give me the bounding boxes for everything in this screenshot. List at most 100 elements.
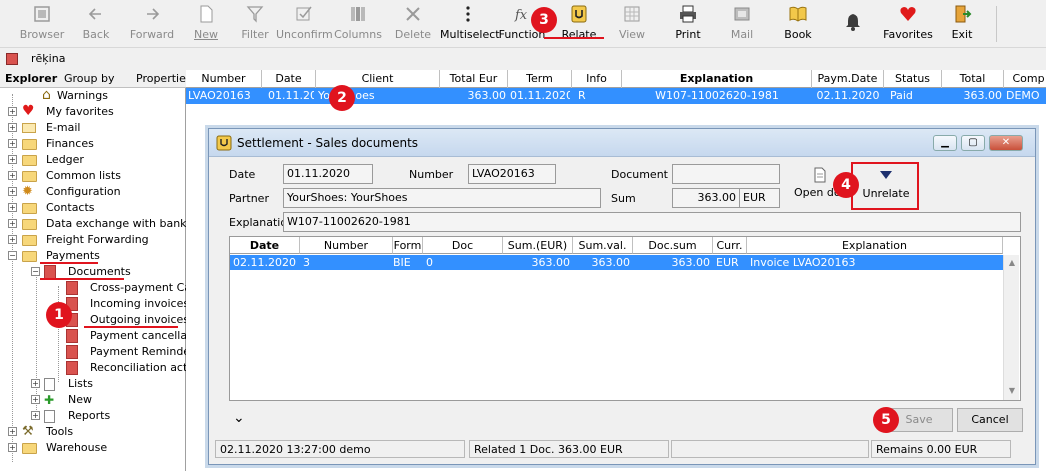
column-header[interactable]: Explanation	[622, 70, 812, 88]
expand-icon[interactable]: +	[8, 427, 17, 436]
tree-item-label: Freight Forwarding	[46, 233, 149, 246]
column-header[interactable]: Comp	[1004, 70, 1046, 88]
tree-item-ledger[interactable]: + Ledger	[0, 152, 186, 168]
column-header[interactable]: Total Eur	[440, 70, 508, 88]
column-header[interactable]: Client	[316, 70, 440, 88]
column-header[interactable]: Status	[884, 70, 942, 88]
expand-icon[interactable]: +	[8, 123, 17, 132]
unconfirm-label: Unconfirm	[276, 28, 333, 41]
view-button[interactable]: View	[614, 4, 650, 44]
date-field[interactable]: 01.11.2020	[283, 164, 373, 184]
expand-icon[interactable]: +	[8, 139, 17, 148]
exit-button[interactable]: Exit	[944, 4, 980, 44]
tab-explorer[interactable]: Explorer	[5, 72, 57, 85]
column-header[interactable]: Doc	[423, 237, 503, 254]
browser-icon	[34, 6, 50, 22]
sum-field[interactable]: 363.00	[672, 188, 740, 208]
unconfirm-button[interactable]: Unconfirm	[276, 4, 333, 44]
column-header[interactable]: Info	[572, 70, 622, 88]
tree-item-label: My favorites	[46, 105, 114, 118]
cancel-button[interactable]: Cancel	[957, 408, 1023, 432]
column-header[interactable]: Date	[262, 70, 316, 88]
tree-item-payment-cancellation[interactable]: Payment cancellatio	[0, 328, 201, 344]
tree-item-freight-forwarding[interactable]: + Freight Forwarding	[0, 232, 186, 248]
column-header[interactable]: Doc.sum	[633, 237, 713, 254]
currency-field[interactable]: EUR	[739, 188, 780, 208]
tree-item-new[interactable]: + ✚ New	[0, 392, 186, 408]
column-header[interactable]: Explanation	[747, 237, 1003, 254]
minimize-button[interactable]: ▁	[933, 135, 957, 151]
forward-button[interactable]: Forward	[126, 4, 178, 44]
scroll-up-icon[interactable]: ▲	[1005, 256, 1019, 270]
column-header[interactable]: Date	[230, 237, 300, 254]
explanation-field[interactable]: W107-11002620-1981	[283, 212, 1021, 232]
mail-button[interactable]: Mail	[724, 4, 760, 44]
tree-item-incoming-invoices[interactable]: Incoming invoices	[0, 296, 189, 312]
document-field[interactable]	[672, 164, 780, 184]
exit-label: Exit	[951, 28, 973, 41]
column-header[interactable]: Form	[393, 237, 423, 254]
back-button[interactable]: Back	[72, 4, 120, 44]
tree-item-contacts[interactable]: + Contacts	[0, 200, 186, 216]
tree-item-finances[interactable]: + Finances	[0, 136, 186, 152]
expand-icon[interactable]: +	[8, 203, 17, 212]
print-button[interactable]: Print	[670, 4, 706, 44]
scroll-down-icon[interactable]: ▼	[1005, 384, 1019, 398]
table-row-selected[interactable]: LVAO2016301.11.2020YourShoes363.0001.11.…	[186, 88, 1046, 104]
expand-icon[interactable]: +	[8, 443, 17, 452]
column-header[interactable]: Number	[186, 70, 262, 88]
tab-group-by[interactable]: Group by	[64, 72, 114, 85]
favorites-button[interactable]: Favorites	[880, 4, 936, 44]
tree-item-warnings[interactable]: ⌂ Warnings	[0, 87, 186, 104]
column-header[interactable]: Sum.val.	[573, 237, 633, 254]
tree-item-reconciliation-acts[interactable]: Reconciliation acts	[0, 360, 193, 376]
delete-label: Delete	[394, 28, 432, 41]
expand-icon[interactable]: +	[8, 107, 17, 116]
expand-icon[interactable]: +	[8, 187, 17, 196]
notifications-button[interactable]	[836, 4, 870, 44]
tab-properties[interactable]: Properties	[136, 72, 192, 85]
tree-item-email[interactable]: + E-mail	[0, 120, 186, 136]
column-header[interactable]: Number	[300, 237, 393, 254]
tree-item-my-favorites[interactable]: + ♥ My favorites	[0, 103, 186, 120]
new-button[interactable]: New	[186, 4, 226, 44]
favorites-label: Favorites	[883, 28, 933, 41]
column-header[interactable]: Sum.(EUR)	[503, 237, 573, 254]
collapse-icon[interactable]: −	[31, 267, 40, 276]
filter-button[interactable]: Filter	[234, 4, 276, 44]
close-button[interactable]: ✕	[989, 135, 1023, 151]
partner-field[interactable]: YourShoes: YourShoes	[283, 188, 601, 208]
delete-button[interactable]: Delete	[392, 4, 434, 44]
tree-item-common-lists[interactable]: + Common lists	[0, 168, 186, 184]
column-header[interactable]: Total	[942, 70, 1004, 88]
book-button[interactable]: Book	[780, 4, 816, 44]
expand-icon[interactable]: +	[31, 395, 40, 404]
tree-item-data-exchange[interactable]: + Data exchange with bank	[0, 216, 187, 232]
expand-icon[interactable]: +	[31, 411, 40, 420]
table-row-selected[interactable]: 02.11.2020 3 BIE 0 363.00 363.00 363.00 EUR Invo…	[230, 255, 1003, 270]
tree-item-payment-reminders[interactable]: Payment Reminders	[0, 344, 200, 360]
expand-icon[interactable]: +	[8, 235, 17, 244]
number-field[interactable]: LVAO20163	[468, 164, 556, 184]
expand-icon[interactable]: +	[8, 171, 17, 180]
expand-icon[interactable]: +	[31, 379, 40, 388]
tree-item-cross-payment[interactable]: Cross-payment Can	[0, 280, 198, 296]
multiselect-button[interactable]: Multiselect	[440, 4, 500, 44]
vertical-scrollbar[interactable]: ▲ ▼	[1003, 255, 1019, 400]
column-header[interactable]: Curr.	[713, 237, 747, 254]
expand-icon[interactable]: +	[8, 219, 17, 228]
tree-item-tools[interactable]: + ⚒ Tools	[0, 424, 186, 440]
column-header[interactable]: Paym.Date	[812, 70, 884, 88]
tree-item-reports[interactable]: + Reports	[0, 408, 186, 424]
heart-icon: ♥	[22, 103, 35, 119]
tree-item-warehouse[interactable]: + Warehouse	[0, 440, 186, 456]
tree-item-configuration[interactable]: + ✹ Configuration	[0, 184, 186, 200]
collapse-icon[interactable]: −	[8, 251, 17, 260]
columns-button[interactable]: Columns	[334, 4, 382, 44]
maximize-button[interactable]: ▢	[961, 135, 985, 151]
expand-chevron-icon[interactable]: ⌄	[233, 410, 245, 426]
column-header[interactable]: Term	[508, 70, 572, 88]
browser-button[interactable]: Browser	[14, 4, 70, 44]
tree-item-lists[interactable]: + Lists	[0, 376, 186, 392]
expand-icon[interactable]: +	[8, 155, 17, 164]
